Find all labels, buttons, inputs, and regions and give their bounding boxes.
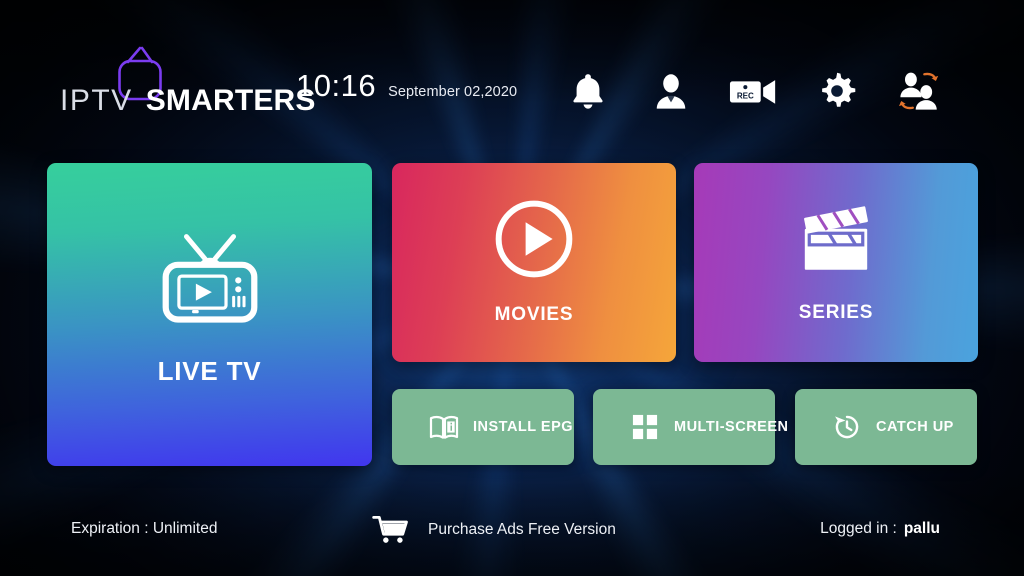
tile-series[interactable]: SERIES: [694, 163, 978, 362]
tile-movies[interactable]: MOVIES: [392, 163, 676, 362]
account-person-icon[interactable]: [643, 62, 699, 120]
tile-movies-label: MOVIES: [494, 304, 574, 325]
notifications-bell-icon[interactable]: [560, 62, 616, 120]
tile-live-tv-label: LIVE TV: [157, 355, 262, 386]
logged-in-label: Logged in :: [820, 520, 897, 537]
settings-gear-icon[interactable]: [809, 62, 865, 120]
expiration-status: Expiration : Unlimited: [71, 520, 218, 537]
clapperboard-icon: [795, 202, 877, 282]
rec-icon-text: REC: [737, 91, 754, 100]
button-multi-screen[interactable]: MULTI-SCREEN: [593, 389, 788, 465]
button-install-epg[interactable]: INSTALL EPG: [392, 389, 574, 465]
tile-series-label: SERIES: [798, 301, 874, 323]
tile-live-tv[interactable]: LIVE TV: [47, 163, 372, 466]
header-bar: IPTV SMARTERS 10:16 September 02,2020 RE…: [0, 0, 1024, 150]
app-logo: IPTV SMARTERS: [60, 46, 316, 117]
footer-bar: Expiration : Unlimited Purchase Ads Free…: [0, 500, 1024, 576]
book-info-icon: [429, 412, 459, 442]
iptv-smarters-home-screen: IPTV SMARTERS 10:16 September 02,2020 RE…: [0, 0, 1024, 576]
button-catch-up[interactable]: CATCH UP: [795, 389, 977, 465]
switch-user-icon[interactable]: [892, 62, 948, 120]
clock-widget: 10:16 September 02,2020: [296, 68, 517, 104]
logged-in-status: Logged in : pallu: [820, 520, 940, 538]
logo-text-smarters: SMARTERS: [145, 84, 316, 117]
shopping-cart-icon: [372, 514, 412, 546]
button-install-epg-label: INSTALL EPG: [473, 419, 574, 435]
current-date: September 02,2020: [388, 84, 518, 100]
purchase-ads-free-link[interactable]: Purchase Ads Free Version: [372, 514, 616, 546]
logo-text-iptv: IPTV: [60, 84, 133, 117]
play-circle-icon: [494, 199, 574, 284]
button-catch-up-label: CATCH UP: [876, 419, 954, 435]
recording-camera-icon[interactable]: REC: [726, 62, 782, 120]
button-multi-screen-label: MULTI-SCREEN: [674, 419, 789, 435]
purchase-ads-free-label: Purchase Ads Free Version: [428, 521, 616, 538]
television-play-icon: [158, 229, 262, 332]
clock-rewind-icon: [832, 412, 862, 442]
header-icon-group: REC: [560, 62, 960, 124]
logged-in-username: pallu: [903, 520, 940, 537]
grid-squares-icon: [630, 412, 660, 442]
